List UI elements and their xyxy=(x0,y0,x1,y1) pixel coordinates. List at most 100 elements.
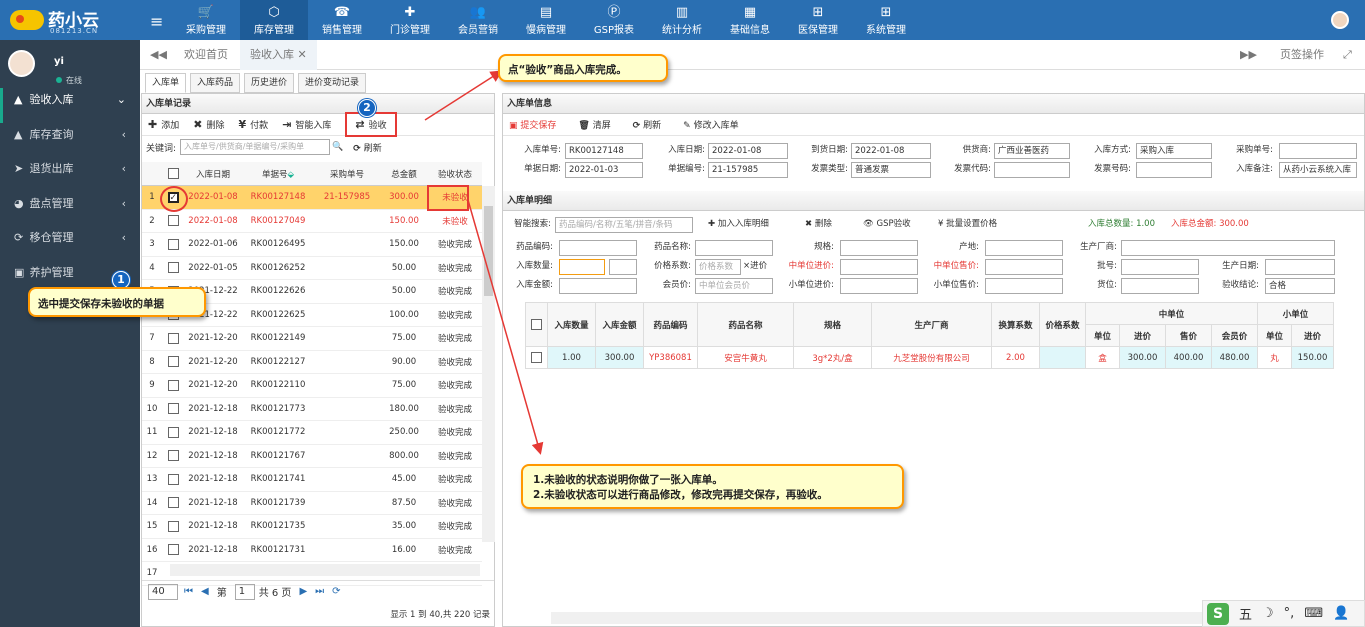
select-all-checkbox[interactable] xyxy=(162,162,184,186)
delete-button[interactable]: ✖ 删除 xyxy=(193,118,224,131)
close-icon[interactable]: ✕ xyxy=(298,48,307,61)
tab-history-price[interactable]: 历史进价 xyxy=(244,73,295,93)
row-checkbox[interactable] xyxy=(162,467,184,492)
gsp-verify-button[interactable]: 👁 GSP验收 xyxy=(863,217,911,229)
row-checkbox[interactable] xyxy=(162,420,184,445)
location-field[interactable] xyxy=(1121,278,1199,294)
qty-field[interactable] xyxy=(559,259,605,275)
table-row[interactable]: 4 2022-01-05 RK00126252 50.00 验收完成 xyxy=(142,256,482,280)
row-factor[interactable] xyxy=(1039,346,1086,369)
reload-icon[interactable]: ⟳ xyxy=(332,586,340,597)
topmenu-system[interactable]: ⊞ 系统管理 xyxy=(852,0,920,40)
batch-no-field[interactable] xyxy=(1121,259,1199,275)
tab-forward-icon[interactable]: ▶▶ xyxy=(1240,40,1257,70)
col-status[interactable]: 验收状态 xyxy=(428,162,482,186)
prev-page-icon[interactable]: ◀ xyxy=(201,586,209,597)
invoice-code-field[interactable] xyxy=(994,162,1070,178)
next-page-icon[interactable]: ▶ xyxy=(299,586,307,597)
topmenu-insurance[interactable]: ⊞ 医保管理 xyxy=(784,0,852,40)
tab-in-order[interactable]: 入库单 xyxy=(145,73,187,93)
sidebar-item-transfer[interactable]: ⟳ 移仓管理 ‹ xyxy=(0,226,140,261)
table-row[interactable]: 14 2021-12-18 RK00121739 87.50 验收完成 xyxy=(142,491,482,515)
keyboard-icon[interactable]: ⌨ xyxy=(1304,606,1323,621)
doc-no-field[interactable]: 21-157985 xyxy=(708,162,788,178)
table-row[interactable]: 12 2021-12-18 RK00121767 800.00 验收完成 xyxy=(142,444,482,468)
mid-price-field[interactable] xyxy=(840,259,918,275)
unit-field[interactable] xyxy=(609,259,637,275)
col-po[interactable]: 采购单号 xyxy=(314,162,380,186)
prod-date-field[interactable] xyxy=(1265,259,1335,275)
origin-field[interactable] xyxy=(985,240,1063,256)
search-input[interactable]: 入库单号/供货商/单据编号/采购单 xyxy=(180,139,331,155)
row-mid-member[interactable]: 480.00 xyxy=(1211,346,1258,369)
tab-in-drugs[interactable]: 入库药品 xyxy=(190,73,241,93)
table-row[interactable]: 3 2022-01-06 RK00126495 150.00 验收完成 xyxy=(142,232,482,257)
tab-price-change[interactable]: 进价变动记录 xyxy=(298,73,367,93)
row-checkbox[interactable] xyxy=(162,326,184,351)
row-qty[interactable]: 1.00 xyxy=(547,346,596,369)
doc-date-field[interactable]: 2022-01-03 xyxy=(565,162,643,178)
page-input[interactable]: 1 xyxy=(234,583,255,600)
smart-in-button[interactable]: ⇥ 智能入库 xyxy=(282,118,331,131)
drug-name-field[interactable] xyxy=(695,240,773,256)
pay-button[interactable]: ¥ 付款 xyxy=(238,118,268,131)
refresh-button[interactable]: ⟳ 刷新 xyxy=(633,118,661,131)
user-icon[interactable]: 👤 xyxy=(1333,606,1349,621)
row-amount[interactable]: 300.00 xyxy=(595,346,644,369)
invoice-no-field[interactable] xyxy=(1136,162,1212,178)
refresh-button[interactable]: ⟳ 刷新 xyxy=(353,141,381,154)
in-method-select[interactable]: 采购入库 xyxy=(1136,143,1212,159)
mid-sale-field[interactable] xyxy=(985,259,1063,275)
small-sale-field[interactable] xyxy=(985,278,1063,294)
edit-order-button[interactable]: ✎ 修改入库单 xyxy=(683,118,738,131)
sidebar-item-verify-in[interactable]: ▲ 验收入库 ⌄ xyxy=(0,88,140,123)
member-price-field[interactable]: 中单位会员价 xyxy=(695,278,773,294)
small-price-field[interactable] xyxy=(840,278,918,294)
in-date-field[interactable]: 2022-01-08 xyxy=(708,143,788,159)
table-row[interactable]: 13 2021-12-18 RK00121741 45.00 验收完成 xyxy=(142,467,482,492)
table-row[interactable]: 2 2022-01-08 RK00127049 150.00 未验收 xyxy=(142,209,482,233)
table-row[interactable]: 11 2021-12-18 RK00121772 250.00 验收完成 xyxy=(142,420,482,445)
table-row[interactable]: 15 2021-12-18 RK00121735 35.00 验收完成 xyxy=(142,514,482,539)
sidebar-item-stock-query[interactable]: ▲ 库存查询 ‹ xyxy=(0,123,140,158)
topmenu-clinic[interactable]: ✚ 门诊管理 xyxy=(376,0,444,40)
price-factor-field[interactable]: 价格系数 xyxy=(695,259,741,275)
tab-ops-menu[interactable]: 页签操作 xyxy=(1280,40,1324,70)
row-checkbox[interactable] xyxy=(162,397,184,421)
app-logo[interactable]: 药小云 081213.CN xyxy=(8,6,128,36)
remark-field[interactable]: 从药小云系统入库 xyxy=(1279,162,1357,178)
arrive-date-field[interactable]: 2022-01-08 xyxy=(851,143,931,159)
batch-price-button[interactable]: ¥ 批量设置价格 xyxy=(938,217,997,229)
sidebar-item-stocktake[interactable]: ◕ 盘点管理 ‹ xyxy=(0,192,140,227)
horizontal-scrollbar[interactable] xyxy=(170,564,480,576)
add-button[interactable]: ✚ 添加 xyxy=(148,118,179,131)
row-checkbox[interactable] xyxy=(162,444,184,468)
tab-home[interactable]: 欢迎首页 xyxy=(184,40,228,70)
detail-select-all[interactable] xyxy=(525,302,548,347)
search-icon[interactable]: 🔍 xyxy=(332,142,343,152)
sogou-icon[interactable]: S xyxy=(1207,602,1229,625)
sidebar-item-return[interactable]: ➤ 退货出库 ‹ xyxy=(0,157,140,192)
supplier-select[interactable]: 广西业善医药 xyxy=(994,143,1070,159)
clear-button[interactable]: 🗑 清屏 xyxy=(578,118,610,131)
col-date[interactable]: 入库日期 xyxy=(184,162,242,186)
table-row[interactable]: 10 2021-12-18 RK00121773 180.00 验收完成 xyxy=(142,397,482,421)
topmenu-inventory[interactable]: ⬡ 库存管理 xyxy=(240,0,308,40)
table-row[interactable]: 8 2021-12-20 RK00122127 90.00 验收完成 xyxy=(142,350,482,374)
ime-toolbar[interactable]: S 五 ☽ °, ⌨ 👤 xyxy=(1202,600,1365,627)
row-mid-sale[interactable]: 400.00 xyxy=(1165,346,1212,369)
table-row[interactable]: 1.00 300.00 YP386081 安宫牛黄丸 3g*2丸/盒 九芝堂股份… xyxy=(525,346,1334,369)
row-checkbox[interactable] xyxy=(162,232,184,257)
row-checkbox[interactable] xyxy=(162,373,184,398)
smart-search-input[interactable]: 药品编码/名称/五笔/拼音/条码 xyxy=(555,217,693,233)
page-size-select[interactable]: 40 xyxy=(148,583,178,600)
row-checkbox[interactable] xyxy=(162,256,184,280)
topmenu-chronic[interactable]: ▤ 慢病管理 xyxy=(512,0,580,40)
punctuation-icon[interactable]: °, xyxy=(1284,606,1295,621)
col-amount[interactable]: 总金额 xyxy=(380,162,428,186)
topmenu-gsp[interactable]: Ⓟ GSP报表 xyxy=(580,0,648,40)
col-id[interactable]: 单据号⬙ xyxy=(242,162,314,186)
user-avatar[interactable] xyxy=(1331,11,1349,29)
delete-detail-button[interactable]: ✖ 删除 xyxy=(805,217,832,229)
moon-icon[interactable]: ☽ xyxy=(1262,606,1274,621)
